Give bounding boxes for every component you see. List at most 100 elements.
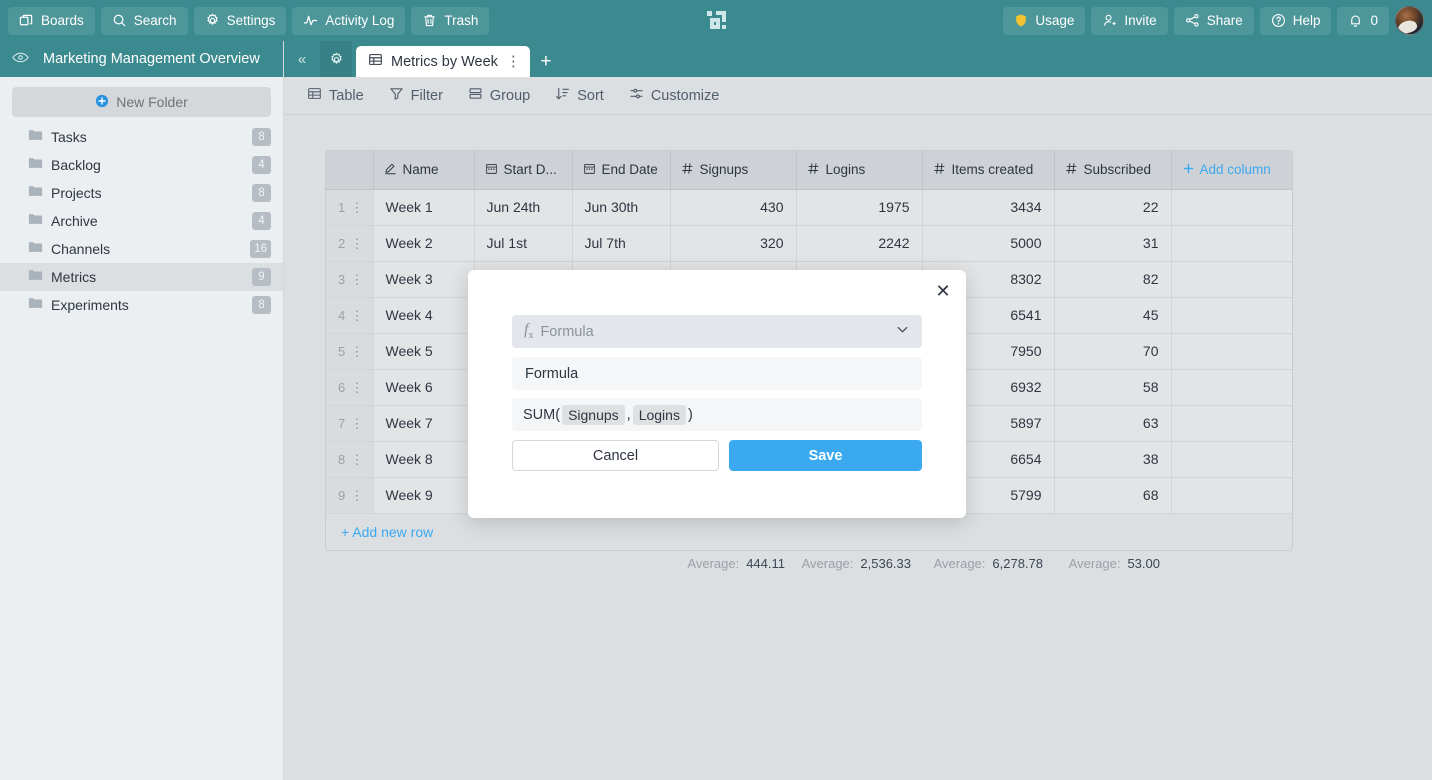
tab-label: Metrics by Week	[391, 53, 498, 70]
sidebar-item-metrics[interactable]: Metrics 9	[0, 263, 283, 291]
th-name[interactable]: Name	[373, 151, 475, 190]
cell-name[interactable]: Week 5	[373, 333, 475, 370]
row-number-cell[interactable]: 4 ⋮	[326, 297, 374, 334]
help-button[interactable]: Help	[1259, 6, 1332, 35]
row-number-cell[interactable]: 6 ⋮	[326, 369, 374, 406]
cell-start-date[interactable]: Jul 1st	[474, 225, 573, 262]
cell-items-created[interactable]: 5000	[922, 225, 1055, 262]
th-end-date[interactable]: End Date	[572, 151, 671, 190]
board-settings-button[interactable]	[320, 41, 352, 77]
share-button[interactable]: Share	[1173, 6, 1254, 35]
cell-subscribed[interactable]: 38	[1054, 441, 1172, 478]
add-tab-button[interactable]: +	[530, 46, 562, 77]
cell-subscribed[interactable]: 22	[1054, 189, 1172, 226]
cell-signups[interactable]: 320	[670, 225, 797, 262]
row-menu-icon[interactable]: ⋮	[351, 273, 364, 286]
filter-button[interactable]: Filter	[381, 83, 451, 109]
gear-icon	[205, 13, 220, 28]
formula-input[interactable]: SUM( Signups , Logins )	[512, 398, 922, 431]
table-icon	[307, 86, 322, 105]
tab-menu-icon[interactable]: ⋮	[506, 54, 521, 69]
cell-signups[interactable]: 430	[670, 189, 797, 226]
cell-end-date[interactable]: Jul 7th	[572, 225, 671, 262]
cell-name[interactable]: Week 2	[373, 225, 475, 262]
search-button[interactable]: Search	[100, 6, 188, 35]
cell-subscribed[interactable]: 70	[1054, 333, 1172, 370]
th-start-date[interactable]: Start D...	[474, 151, 573, 190]
row-menu-icon[interactable]: ⋮	[351, 453, 364, 466]
sidebar-item-tasks[interactable]: Tasks 8	[0, 123, 283, 151]
close-icon[interactable]: ✕	[933, 281, 953, 301]
cell-name[interactable]: Week 1	[373, 189, 475, 226]
tab-metrics-by-week[interactable]: Metrics by Week ⋮	[356, 46, 530, 77]
trash-button[interactable]: Trash	[411, 6, 490, 35]
cell-subscribed[interactable]: 45	[1054, 297, 1172, 334]
row-number-cell[interactable]: 5 ⋮	[326, 333, 374, 370]
row-number-cell[interactable]: 3 ⋮	[326, 261, 374, 298]
avatar[interactable]	[1395, 6, 1424, 35]
notifications-button[interactable]: 0	[1337, 6, 1389, 35]
column-name-input[interactable]: Formula	[512, 357, 922, 390]
sort-button[interactable]: Sort	[547, 83, 612, 109]
th-items-created[interactable]: Items created	[922, 151, 1055, 190]
table-row[interactable]: 2 ⋮ Week 2 Jul 1st Jul 7th 320 2242 5000 …	[326, 225, 1292, 262]
sidebar-item-archive[interactable]: Archive 4	[0, 207, 283, 235]
row-menu-icon[interactable]: ⋮	[351, 417, 364, 430]
cell-logins[interactable]: 2242	[796, 225, 923, 262]
sidebar-item-experiments[interactable]: Experiments 8	[0, 291, 283, 319]
board-title-bar: Marketing Management Overview	[0, 41, 283, 77]
settings-button[interactable]: Settings	[193, 6, 287, 35]
save-button[interactable]: Save	[729, 440, 922, 471]
cell-logins[interactable]: 1975	[796, 189, 923, 226]
row-menu-icon[interactable]: ⋮	[351, 489, 364, 502]
cancel-button[interactable]: Cancel	[512, 440, 719, 471]
row-menu-icon[interactable]: ⋮	[351, 345, 364, 358]
th-logins[interactable]: Logins	[796, 151, 923, 190]
usage-button[interactable]: Usage	[1003, 6, 1086, 35]
table-label: Table	[329, 87, 364, 104]
cell-items-created[interactable]: 3434	[922, 189, 1055, 226]
cell-subscribed[interactable]: 31	[1054, 225, 1172, 262]
cell-start-date[interactable]: Jun 24th	[474, 189, 573, 226]
th-signups[interactable]: Signups	[670, 151, 797, 190]
collapse-sidebar-button[interactable]: «	[284, 41, 320, 77]
cell-name[interactable]: Week 4	[373, 297, 475, 334]
cell-subscribed[interactable]: 63	[1054, 405, 1172, 442]
cell-name[interactable]: Week 9	[373, 477, 475, 514]
sidebar-item-channels[interactable]: Channels 16	[0, 235, 283, 263]
row-number-cell[interactable]: 7 ⋮	[326, 405, 374, 442]
cell-name[interactable]: Week 8	[373, 441, 475, 478]
cell-name[interactable]: Week 7	[373, 405, 475, 442]
column-type-select[interactable]: fx Formula	[512, 315, 922, 348]
cell-name[interactable]: Week 6	[373, 369, 475, 406]
row-number-cell[interactable]: 8 ⋮	[326, 441, 374, 478]
cell-subscribed[interactable]: 58	[1054, 369, 1172, 406]
sidebar-item-backlog[interactable]: Backlog 4	[0, 151, 283, 179]
row-number-cell[interactable]: 1 ⋮	[326, 189, 374, 226]
formula-token-signups[interactable]: Signups	[562, 404, 625, 425]
table-row[interactable]: 1 ⋮ Week 1 Jun 24th Jun 30th 430 1975 343…	[326, 189, 1292, 226]
th-subscribed[interactable]: Subscribed	[1054, 151, 1172, 190]
eye-icon[interactable]	[12, 51, 29, 68]
customize-button[interactable]: Customize	[621, 83, 728, 109]
add-column-button[interactable]: Add column	[1171, 151, 1292, 190]
boards-button[interactable]: Boards	[8, 6, 95, 35]
cell-subscribed[interactable]: 82	[1054, 261, 1172, 298]
cell-end-date[interactable]: Jun 30th	[572, 189, 671, 226]
formula-token-logins[interactable]: Logins	[632, 404, 686, 425]
sidebar-item-projects[interactable]: Projects 8	[0, 179, 283, 207]
table-button[interactable]: Table	[299, 83, 372, 109]
row-menu-icon[interactable]: ⋮	[351, 201, 364, 214]
invite-button[interactable]: Invite	[1091, 6, 1168, 35]
row-menu-icon[interactable]: ⋮	[351, 237, 364, 250]
cell-subscribed[interactable]: 68	[1054, 477, 1172, 514]
row-menu-icon[interactable]: ⋮	[351, 381, 364, 394]
add-new-row-button[interactable]: + Add new row	[326, 513, 1292, 550]
group-button[interactable]: Group	[460, 83, 538, 109]
row-number-cell[interactable]: 9 ⋮	[326, 477, 374, 514]
activity-log-button[interactable]: Activity Log	[292, 6, 406, 35]
row-menu-icon[interactable]: ⋮	[351, 309, 364, 322]
new-folder-button[interactable]: New Folder	[12, 87, 271, 117]
row-number-cell[interactable]: 2 ⋮	[326, 225, 374, 262]
cell-name[interactable]: Week 3	[373, 261, 475, 298]
